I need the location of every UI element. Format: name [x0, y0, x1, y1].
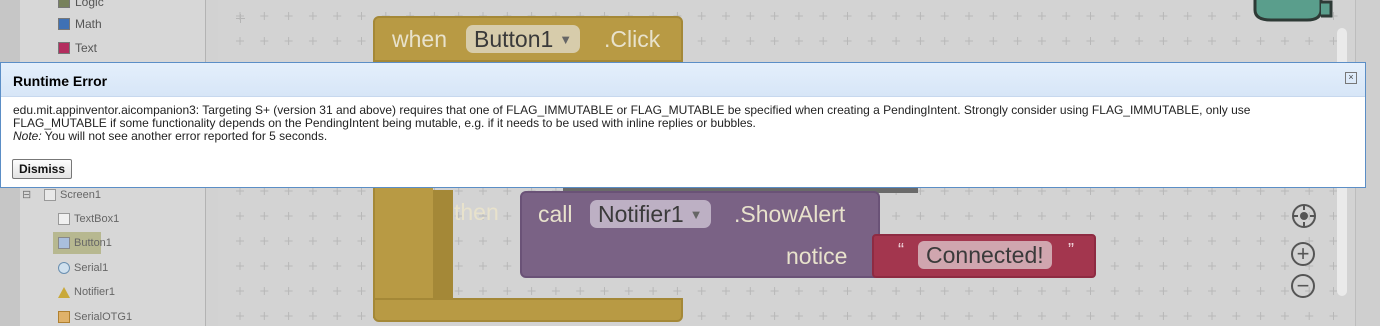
palette-item-text[interactable]: Text: [58, 40, 97, 56]
tree-item-label: Serial1: [74, 262, 109, 274]
tree-item-label: Screen1: [60, 189, 101, 201]
open-quote: “: [898, 240, 904, 260]
palette-item-label: Text: [75, 41, 98, 55]
tree-item-screen1[interactable]: Screen1: [44, 186, 101, 204]
logic-swatch-icon: [58, 0, 70, 8]
notifier-dropdown[interactable]: Notifier1 ▼: [590, 200, 711, 228]
tree-item-serialotg1[interactable]: SerialOTG1: [58, 308, 132, 326]
tree-item-label: SerialOTG1: [74, 311, 133, 323]
close-quote: ”: [1068, 240, 1074, 260]
tree-item-button1[interactable]: Button1: [58, 234, 112, 252]
tree-item-label: Button1: [74, 237, 112, 249]
event-name: .Click: [604, 26, 661, 52]
button-icon: [58, 237, 70, 249]
event-block-inner: [433, 190, 453, 308]
palette-item-label: Math: [75, 17, 102, 31]
dropdown-arrow-icon: ▼: [559, 32, 573, 47]
dialog-title: Runtime Error: [13, 73, 108, 89]
screen-icon: [44, 189, 56, 201]
palette-item-math[interactable]: Math: [58, 16, 102, 32]
minus-icon: −: [1296, 273, 1310, 298]
dropdown-arrow-icon: ▼: [689, 207, 703, 222]
zoom-in-button[interactable]: +: [1291, 242, 1315, 266]
close-icon[interactable]: ×: [1345, 72, 1357, 84]
tree-item-textbox1[interactable]: TextBox1: [58, 210, 119, 228]
note-text: You will not see another error reported …: [41, 129, 328, 143]
then-label: then: [454, 199, 499, 225]
string-value[interactable]: Connected!: [918, 241, 1052, 269]
tree-item-label: Notifier1: [74, 286, 115, 298]
math-swatch-icon: [58, 18, 70, 30]
component-dropdown[interactable]: Button1 ▼: [466, 25, 581, 53]
serial-otg-icon: [58, 311, 70, 323]
target-icon: [1294, 206, 1314, 226]
tree-item-serial1[interactable]: Serial1: [58, 259, 108, 277]
tree-item-label: TextBox1: [74, 213, 120, 225]
serial-icon: [58, 262, 70, 274]
zoom-out-button[interactable]: −: [1291, 274, 1315, 298]
call-label: call: [538, 201, 573, 227]
text-swatch-icon: [58, 42, 70, 54]
collapse-icon: ⊟: [22, 188, 32, 201]
note-line: Note: You will not see another error rep…: [13, 130, 1343, 143]
note-label: Note:: [13, 129, 42, 143]
notifier-dropdown-value: Notifier1: [598, 201, 684, 227]
palette-item-label: Logic: [75, 0, 104, 9]
runtime-error-dialog: Runtime Error × edu.mit.appinventor.aico…: [0, 62, 1366, 188]
event-block-footer: [373, 298, 683, 322]
component-dropdown-value: Button1: [474, 26, 554, 52]
plus-icon: +: [1296, 241, 1310, 266]
error-message: edu.mit.appinventor.aicompanion3: Target…: [13, 103, 1251, 130]
trash-icon[interactable]: [1251, 0, 1336, 24]
palette-item-logic[interactable]: Logic: [58, 0, 104, 10]
dismiss-button[interactable]: Dismiss: [12, 159, 73, 179]
warning-icon: [58, 286, 70, 298]
textbox-icon: [58, 213, 70, 225]
tree-item-notifier1[interactable]: Notifier1: [58, 283, 115, 301]
dialog-header: Runtime Error ×: [1, 63, 1365, 97]
recenter-button[interactable]: [1292, 204, 1316, 228]
method-name: .ShowAlert: [734, 201, 846, 227]
dialog-message-area: edu.mit.appinventor.aicompanion3: Target…: [13, 104, 1343, 143]
notice-param-label: notice: [786, 243, 848, 269]
when-label: when: [392, 26, 447, 52]
